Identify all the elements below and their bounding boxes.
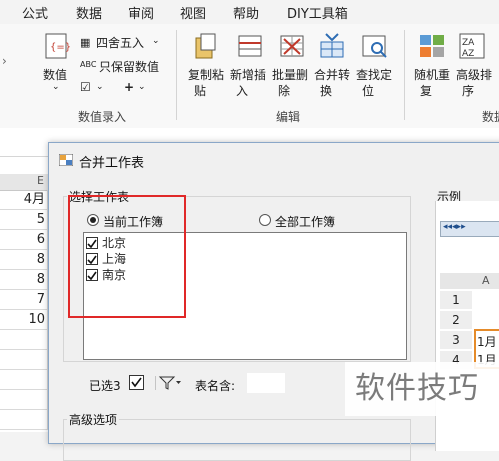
- random-repeat-icon: [420, 35, 444, 57]
- advanced-options-label: 高级选项: [67, 411, 120, 428]
- delete-grid-icon: [280, 35, 304, 57]
- check-icon: [131, 377, 142, 388]
- table-cell[interactable]: 6: [0, 230, 48, 250]
- table-cell[interactable]: [0, 350, 48, 370]
- table-cell[interactable]: [0, 370, 48, 390]
- table-cell[interactable]: [0, 410, 48, 430]
- table-cell[interactable]: 5: [0, 210, 48, 230]
- tab-review[interactable]: 审阅: [128, 3, 154, 22]
- sheet-nav-bar[interactable]: ◂◂◂▸▸: [440, 221, 499, 237]
- table-cell[interactable]: [0, 330, 48, 350]
- copy-paste-icon: [195, 33, 216, 59]
- group-divider: [176, 30, 177, 120]
- table-cell[interactable]: 8: [0, 250, 48, 270]
- chevron-down-icon[interactable]: ⌄: [52, 82, 60, 92]
- chevron-left-icon[interactable]: ›: [2, 54, 7, 68]
- tab-diy-toolbox[interactable]: DIY工具箱: [287, 3, 348, 22]
- row-header: 3: [440, 331, 472, 349]
- round-button[interactable]: 四舍五入: [96, 34, 144, 51]
- merge-convert-button[interactable]: 合并转: [314, 66, 350, 83]
- copy-paste-button[interactable]: 复制粘: [188, 66, 224, 83]
- tab-help[interactable]: 帮助: [233, 3, 259, 22]
- svg-text:ZA: ZA: [462, 38, 475, 48]
- filter-icon[interactable]: [155, 376, 183, 390]
- add-button[interactable]: +: [124, 80, 134, 94]
- group-label-edit: 编辑: [276, 110, 301, 124]
- all-workbooks-label[interactable]: 全部工作簿: [273, 213, 337, 230]
- dialog-title: 合并工作表: [79, 156, 145, 171]
- chevron-down-icon[interactable]: ⌄: [152, 36, 160, 46]
- insert-button-line2[interactable]: 入: [236, 82, 248, 99]
- find-locate-icon: [362, 35, 387, 58]
- svg-text:AZ: AZ: [462, 49, 474, 59]
- insert-button[interactable]: 新增插: [230, 66, 266, 83]
- batch-delete-button-line2[interactable]: 除: [278, 82, 290, 99]
- selected-count: 已选3: [89, 379, 121, 393]
- group-label-data: 数据: [482, 110, 499, 124]
- tab-formula[interactable]: 公式: [22, 3, 48, 22]
- insert-rows-icon: [238, 35, 262, 57]
- copy-paste-button-line2[interactable]: 贴: [194, 82, 206, 99]
- table-cell[interactable]: 10: [0, 310, 48, 330]
- list-icon: ☑: [80, 80, 91, 94]
- annotation-highlight: [68, 195, 186, 318]
- find-locate-button[interactable]: 查找定: [356, 66, 392, 83]
- ribbon: › {=} 数值 ⌄ ▦ 四舍五入 ⌄ ABC 只保留数值 ☑ ⌄ + ⌄ 数值…: [0, 24, 499, 129]
- row-header: 2: [440, 311, 472, 329]
- find-locate-button-line2[interactable]: 位: [362, 82, 374, 99]
- table-cell[interactable]: 7: [0, 290, 48, 310]
- table-cell[interactable]: 4月: [0, 190, 48, 210]
- column-header: A: [440, 273, 499, 289]
- table-name-input[interactable]: [247, 373, 285, 393]
- select-all-checkbox[interactable]: [129, 375, 144, 390]
- table-cell[interactable]: [0, 390, 48, 410]
- advanced-sort-button[interactable]: 高级排: [456, 66, 492, 83]
- chevron-down-icon[interactable]: ⌄: [96, 82, 104, 92]
- preview-cell: 1月: [477, 335, 497, 349]
- group-label-data-entry: 数值录入: [78, 110, 127, 124]
- column-header[interactable]: E: [0, 174, 48, 191]
- watermark: 软件技巧: [345, 362, 499, 416]
- advanced-sort-button-line2[interactable]: 序: [462, 82, 474, 99]
- keep-value-button[interactable]: 只保留数值: [99, 58, 159, 75]
- table-cell[interactable]: 8: [0, 270, 48, 290]
- column-header-label: E: [37, 174, 44, 187]
- numeric-icon: {=}: [45, 33, 70, 59]
- svg-text:{=}: {=}: [50, 42, 70, 53]
- batch-delete-button[interactable]: 批量删: [272, 66, 308, 83]
- random-repeat-button-line2[interactable]: 复: [420, 82, 432, 99]
- cell-column: 4月 5 6 8 8 7 10: [0, 190, 48, 450]
- tab-data[interactable]: 数据: [76, 3, 102, 22]
- ribbon-tab-bar: 公式 数据 审阅 视图 帮助 DIY工具箱: [0, 0, 499, 24]
- column-header-label: A: [482, 274, 490, 287]
- merge-convert-button-line2[interactable]: 换: [320, 82, 332, 99]
- row-header: 1: [440, 291, 472, 309]
- round-icon: ▦: [80, 36, 91, 49]
- sheet-nav-arrows-icon[interactable]: ◂◂◂▸▸: [443, 222, 466, 232]
- group-divider: [404, 30, 405, 120]
- app-icon: [59, 154, 73, 166]
- chevron-down-icon[interactable]: ⌄: [138, 82, 146, 92]
- table-name-label: 表名含:: [195, 379, 236, 393]
- all-workbooks-radio[interactable]: [259, 214, 271, 226]
- numeric-button[interactable]: 数值: [43, 66, 67, 83]
- random-repeat-button[interactable]: 随机重: [414, 66, 450, 83]
- merge-icon: [320, 33, 344, 58]
- tab-view[interactable]: 视图: [180, 3, 206, 22]
- sort-icon: ZAAZ: [459, 33, 485, 59]
- abc-icon: ABC: [80, 60, 97, 69]
